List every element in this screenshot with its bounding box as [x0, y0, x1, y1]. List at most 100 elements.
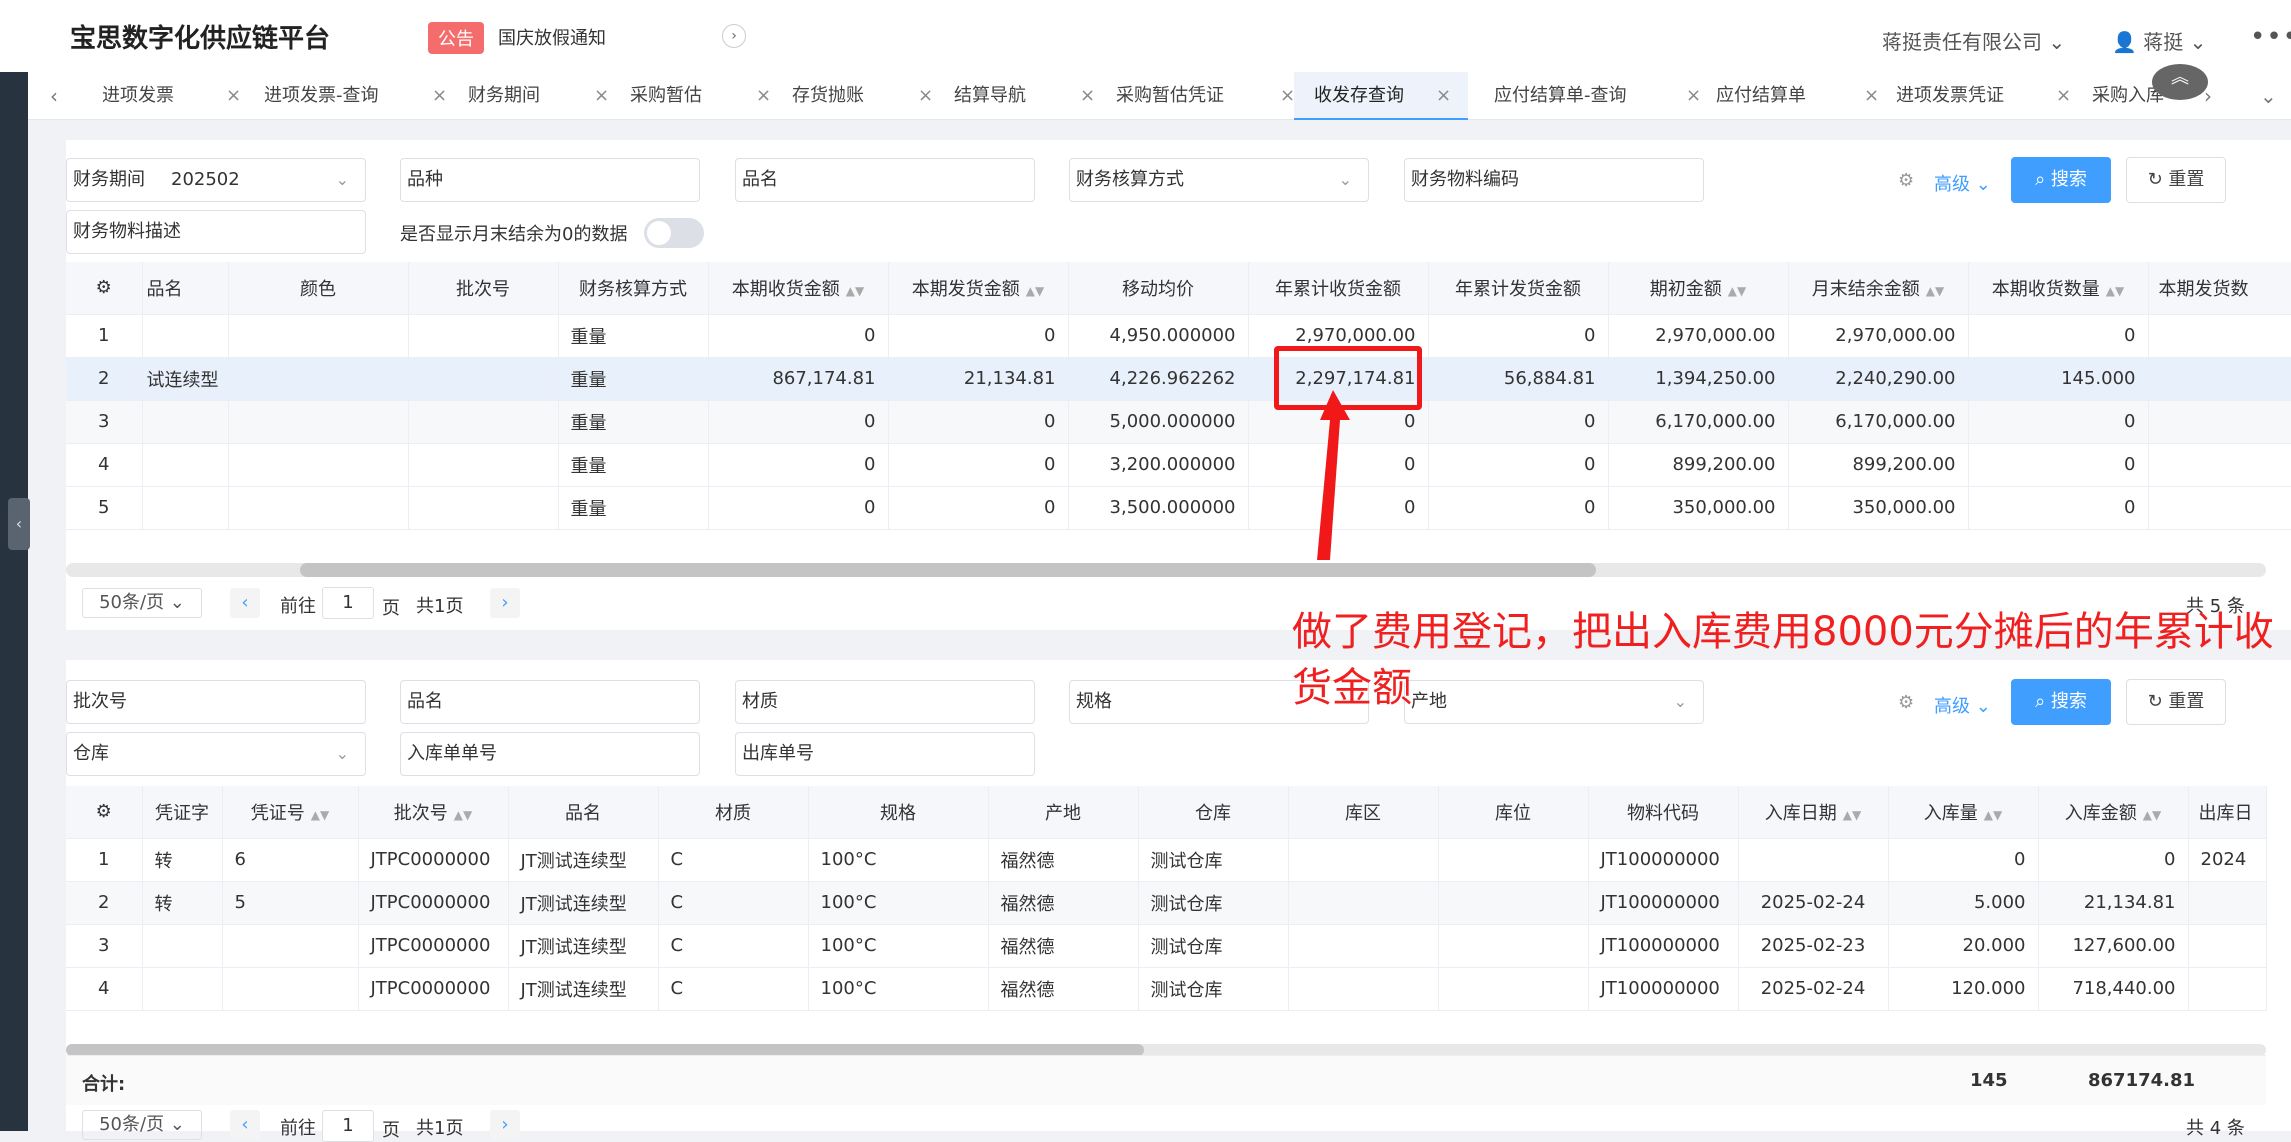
column-header[interactable]: 月末结余金额 ▲▼: [1788, 262, 1969, 315]
cell: [228, 314, 409, 358]
table-row[interactable]: 3 JTPC0000000 JT测试连续型 C 100°C 福然德 测试仓库 J…: [66, 924, 2267, 968]
sort-icon[interactable]: ▲▼: [2143, 808, 2161, 822]
close-icon[interactable]: ×: [432, 72, 447, 120]
warehouse-select[interactable]: 仓库 ⌄: [66, 732, 366, 776]
table-row[interactable]: 1 重量 0 0 4,950.000000 2,970,000.00 0 2,9…: [66, 314, 2291, 358]
column-header[interactable]: 期初金额 ▲▼: [1608, 262, 1789, 315]
close-icon[interactable]: ×: [1080, 72, 1095, 120]
sort-icon[interactable]: ▲▼: [1843, 808, 1861, 822]
scrollbar-thumb[interactable]: [300, 563, 1596, 577]
notice-text[interactable]: 国庆放假通知: [498, 24, 606, 50]
table-row[interactable]: 2 试连续型 重量 867,174.81 21,134.81 4,226.962…: [66, 357, 2291, 401]
gear-icon[interactable]: ⚙: [1898, 170, 1914, 191]
tab-item[interactable]: 进项发票凭证 ×: [1896, 72, 2071, 120]
chevron-down-icon[interactable]: ⌄: [2260, 72, 2277, 120]
batch-input[interactable]: 批次号: [66, 680, 366, 724]
total-count: 共 4 条: [2186, 1118, 2245, 1139]
table-row[interactable]: 4 重量 0 0 3,200.000000 0 0 899,200.00 899…: [66, 443, 2291, 487]
page-size-select[interactable]: 50条/页 ⌄: [82, 1110, 202, 1140]
company-switcher[interactable]: 蒋挺责任有限公司 ⌄: [1882, 26, 2065, 55]
reset-button[interactable]: ↻ 重置: [2126, 157, 2226, 203]
sort-icon[interactable]: ▲▼: [2106, 284, 2124, 298]
sort-icon[interactable]: ▲▼: [1728, 284, 1746, 298]
row-index: 5: [66, 486, 143, 530]
tab-label: 收发存查询: [1314, 85, 1404, 106]
sort-icon[interactable]: ▲▼: [1026, 284, 1044, 298]
column-header[interactable]: 本期收货数量 ▲▼: [1968, 262, 2149, 315]
page-input[interactable]: 1: [322, 587, 374, 619]
tab-item[interactable]: 进项发票-查询 ×: [264, 72, 454, 120]
variety-input[interactable]: 品种: [400, 158, 700, 202]
close-icon[interactable]: ×: [1436, 72, 1451, 120]
accounting-select[interactable]: 财务核算方式 ⌄: [1069, 158, 1369, 202]
close-icon[interactable]: ×: [918, 72, 933, 120]
column-header[interactable]: 入库金额 ▲▼: [2038, 786, 2189, 839]
name-input-2[interactable]: 品名: [400, 680, 700, 724]
sort-icon[interactable]: ▲▼: [1984, 808, 2002, 822]
more-icon[interactable]: •••: [2250, 22, 2291, 52]
cell: [2188, 967, 2267, 1011]
close-icon[interactable]: ×: [1280, 72, 1295, 120]
column-header[interactable]: 凭证号 ▲▼: [222, 786, 359, 839]
tab-label: 应付结算单: [1716, 85, 1806, 106]
close-icon[interactable]: ×: [1864, 72, 1879, 120]
table-row[interactable]: 4 JTPC0000000 JT测试连续型 C 100°C 福然德 测试仓库 J…: [66, 967, 2267, 1011]
row-index: 1: [66, 314, 143, 358]
cell: 56,884.81: [1428, 357, 1609, 401]
column-settings-icon[interactable]: ⚙: [66, 786, 143, 839]
close-icon[interactable]: ×: [594, 72, 609, 120]
column-settings-icon[interactable]: ⚙: [66, 262, 143, 315]
tab-item[interactable]: 进项发票 ×: [102, 72, 252, 120]
close-icon[interactable]: ×: [756, 72, 771, 120]
advanced-toggle[interactable]: 高级 ⌄: [1934, 170, 1991, 196]
column-header[interactable]: 本期发货金额 ▲▼: [888, 262, 1069, 315]
tab-item[interactable]: 结算导航 ×: [954, 72, 1104, 120]
tab-item[interactable]: 采购暂估凭证 ×: [1116, 72, 1296, 120]
in-no-input[interactable]: 入库单单号: [400, 732, 700, 776]
close-icon[interactable]: ×: [226, 72, 241, 120]
tab-item[interactable]: 财务期间 ×: [468, 72, 618, 120]
tab-item[interactable]: 采购暂估 ×: [630, 72, 780, 120]
period-select[interactable]: 财务期间 202502 ⌄: [66, 158, 366, 202]
user-name: 蒋挺: [2143, 30, 2184, 54]
sort-icon[interactable]: ▲▼: [1926, 284, 1944, 298]
next-page-icon[interactable]: ›: [490, 1110, 520, 1140]
chevron-right-icon[interactable]: ›: [722, 24, 746, 48]
tab-item[interactable]: 应付结算单-查询 ×: [1494, 72, 1704, 120]
table-row[interactable]: 2 转 5 JTPC0000000 JT测试连续型 C 100°C 福然德 测试…: [66, 881, 2267, 925]
page-size-select[interactable]: 50条/页 ⌄: [82, 588, 202, 618]
collapse-up-icon[interactable]: ︽: [2152, 64, 2208, 100]
tab-item[interactable]: 存货抛账 ×: [792, 72, 942, 120]
close-icon[interactable]: ×: [2056, 72, 2071, 120]
search-button[interactable]: ⌕ 搜索: [2011, 157, 2111, 203]
material-desc-input[interactable]: 财务物料描述: [66, 210, 366, 254]
column-header[interactable]: 批次号 ▲▼: [358, 786, 509, 839]
next-page-icon[interactable]: ›: [490, 588, 520, 618]
cell: 120.000: [1888, 967, 2039, 1011]
sort-icon[interactable]: ▲▼: [311, 808, 329, 822]
tab-item-active[interactable]: 收发存查询 ×: [1294, 72, 1468, 120]
sort-icon[interactable]: ▲▼: [454, 808, 472, 822]
column-header[interactable]: 本期收货金额 ▲▼: [708, 262, 889, 315]
tab-item[interactable]: 应付结算单 ×: [1716, 72, 1886, 120]
zero-balance-toggle[interactable]: [644, 218, 704, 248]
out-no-input[interactable]: 出库单号: [735, 732, 1035, 776]
column-header: 库区: [1288, 786, 1439, 839]
column-header[interactable]: 入库日期 ▲▼: [1738, 786, 1889, 839]
prev-page-icon[interactable]: ‹: [230, 1110, 260, 1140]
table-row[interactable]: 1 转 6 JTPC0000000 JT测试连续型 C 100°C 福然德 测试…: [66, 838, 2267, 882]
sort-icon[interactable]: ▲▼: [846, 284, 864, 298]
prev-page-icon[interactable]: ‹: [230, 588, 260, 618]
user-menu[interactable]: 👤 蒋挺 ⌄: [2112, 26, 2206, 55]
tab-prev-icon[interactable]: ‹: [50, 72, 58, 120]
material-code-input[interactable]: 财务物料编码: [1404, 158, 1704, 202]
material-input[interactable]: 材质: [735, 680, 1035, 724]
page-input[interactable]: 1: [322, 1110, 374, 1142]
sidebar-toggle-icon[interactable]: ‹: [8, 498, 30, 550]
column-header[interactable]: 入库量 ▲▼: [1888, 786, 2039, 839]
column-header: 批次号: [408, 262, 559, 315]
table-row[interactable]: 3 重量 0 0 5,000.000000 0 0 6,170,000.00 6…: [66, 400, 2291, 444]
name-input[interactable]: 品名: [735, 158, 1035, 202]
close-icon[interactable]: ×: [1686, 72, 1701, 120]
table-row[interactable]: 5 重量 0 0 3,500.000000 0 0 350,000.00 350…: [66, 486, 2291, 530]
